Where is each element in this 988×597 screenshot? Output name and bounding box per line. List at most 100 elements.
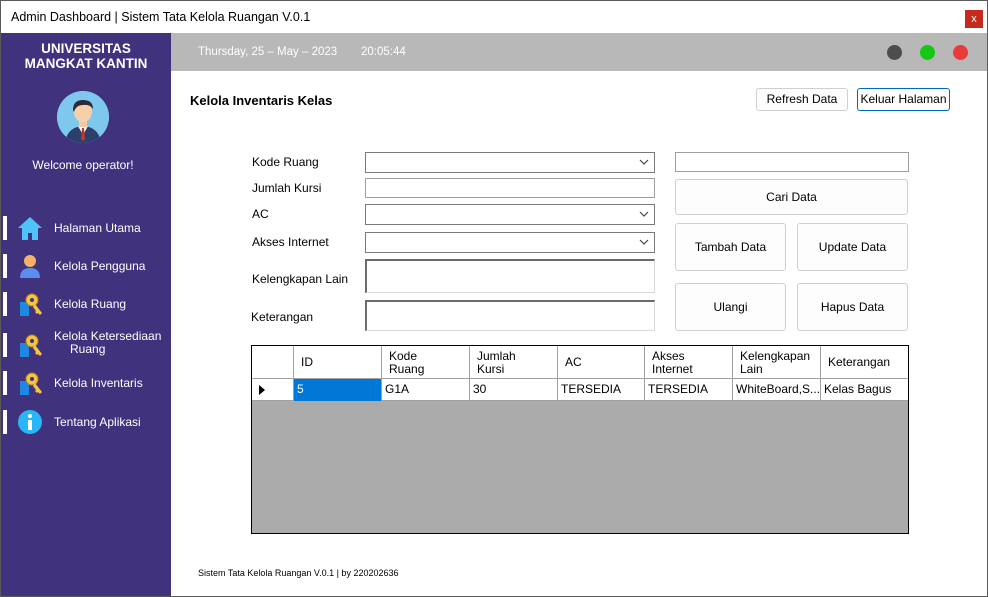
jumlah-kursi-label: Jumlah Kursi (252, 181, 322, 195)
column-header-jumlah-kursi[interactable]: Jumlah Kursi (470, 346, 558, 379)
app-window: Admin Dashboard | Sistem Tata Kelola Rua… (0, 0, 988, 597)
cell-jumlah-kursi[interactable]: 30 (470, 379, 558, 401)
user-avatar-icon (57, 91, 109, 143)
kelengkapan-lain-input[interactable] (365, 259, 655, 293)
ulangi-button[interactable]: Ulangi (675, 283, 786, 331)
column-header-line-1: Kode (389, 348, 418, 363)
column-header-label: Kelengkapan Lain (740, 348, 811, 376)
sidebar-item-kelola-pengguna[interactable]: Kelola Pengguna (1, 251, 171, 281)
table-header: ID Kode Ruang Jumlah Kursi AC Akses Interne… (252, 346, 908, 379)
inventory-table[interactable]: ID Kode Ruang Jumlah Kursi AC Akses Interne… (251, 345, 909, 534)
hapus-data-button[interactable]: Hapus Data (797, 283, 908, 331)
nav-marker (3, 371, 7, 395)
key-icon (20, 293, 42, 316)
keterangan-input[interactable] (365, 300, 655, 331)
ac-select[interactable] (365, 204, 655, 225)
minimize-dot[interactable] (887, 45, 902, 60)
current-time: 20:05:44 (361, 46, 406, 58)
column-header-line-1: Jumlah (477, 348, 516, 363)
nav-marker (3, 410, 7, 434)
column-header-label: ID (301, 355, 313, 369)
table-row[interactable]: 5 G1A 30 TERSEDIA TERSEDIA WhiteBoard,S.… (252, 379, 908, 401)
update-data-button[interactable]: Update Data (797, 223, 908, 271)
cell-id[interactable]: 5 (294, 379, 382, 401)
nav-marker (3, 292, 7, 316)
nav-marker (3, 216, 7, 240)
jumlah-kursi-input[interactable] (365, 178, 655, 198)
column-header-line-1: Kelengkapan (740, 348, 811, 363)
chevron-down-icon (639, 159, 649, 165)
top-status-bar: Thursday, 25 – May – 2023 20:05:44 (171, 33, 987, 71)
maximize-dot[interactable] (920, 45, 935, 60)
column-header-label: Akses Internet (652, 348, 693, 376)
sidebar-item-label: Kelola Ruang (54, 297, 127, 311)
sidebar-item-label: Kelola Pengguna (54, 259, 146, 273)
ac-label: AC (252, 207, 269, 221)
nav-marker (3, 254, 7, 278)
current-date: Thursday, 25 – May – 2023 (198, 46, 338, 58)
key-icon (20, 334, 42, 357)
column-header-label: AC (565, 355, 582, 369)
chevron-down-icon (639, 211, 649, 217)
akses-internet-select[interactable] (365, 232, 655, 253)
window-close-button[interactable]: x (965, 10, 983, 28)
home-icon (18, 217, 42, 240)
title-bar[interactable]: Admin Dashboard | Sistem Tata Kelola Rua… (1, 1, 987, 33)
sidebar-item-kelola-ruang[interactable]: Kelola Ruang (1, 289, 171, 319)
akses-internet-label: Akses Internet (252, 235, 329, 249)
column-header-kode-ruang[interactable]: Kode Ruang (382, 346, 470, 379)
column-header-line-2: Lain (740, 361, 763, 376)
kode-ruang-select[interactable] (365, 152, 655, 173)
cell-kode-ruang[interactable]: G1A (382, 379, 470, 401)
column-header-akses-internet[interactable]: Akses Internet (645, 346, 733, 379)
avatar (57, 91, 109, 143)
info-icon (18, 410, 42, 434)
column-header-label: Keterangan (828, 355, 891, 369)
sidebar-item-label: Tentang Aplikasi (54, 415, 141, 429)
refresh-data-button[interactable]: Refresh Data (756, 88, 848, 111)
brand-name: UNIVERSITAS MANGKAT KANTIN (1, 41, 171, 71)
keterangan-label: Keterangan (251, 310, 314, 324)
column-header-keterangan[interactable]: Keterangan (821, 346, 908, 379)
row-selector[interactable] (252, 379, 294, 401)
brand-line-2: MANGKAT KANTIN (24, 56, 148, 71)
cell-kelengkapan-lain[interactable]: WhiteBoard,S... (733, 379, 821, 401)
column-header-line-2: Kursi (477, 361, 505, 376)
page-title: Kelola Inventaris Kelas (190, 93, 333, 108)
key-icon (20, 372, 42, 395)
row-header-corner (252, 346, 294, 379)
sidebar-item-tentang-aplikasi[interactable]: Tentang Aplikasi (1, 407, 171, 437)
sidebar-item-label: Kelola Ketersediaan Ruang (54, 330, 161, 356)
exit-page-button[interactable]: Keluar Halaman (857, 88, 950, 111)
sidebar: UNIVERSITAS MANGKAT KANTIN Welcome opera… (1, 33, 171, 596)
user-icon (20, 255, 40, 278)
tambah-data-button[interactable]: Tambah Data (675, 223, 786, 271)
column-header-kelengkapan-lain[interactable]: Kelengkapan Lain (733, 346, 821, 379)
column-header-label: Jumlah Kursi (477, 348, 516, 376)
window-title: Admin Dashboard | Sistem Tata Kelola Rua… (11, 10, 311, 24)
column-header-ac[interactable]: AC (558, 346, 645, 379)
cell-ac[interactable]: TERSEDIA (558, 379, 645, 401)
close-dot[interactable] (953, 45, 968, 60)
sidebar-item-label: Kelola Inventaris (54, 376, 143, 390)
kelengkapan-lain-label: Kelengkapan Lain (252, 272, 349, 286)
sidebar-item-label-line-2: Ruang (70, 342, 106, 356)
footer-credit: Sistem Tata Kelola Ruangan V.0.1 | by 22… (198, 568, 399, 578)
column-header-line-1: Akses (652, 348, 685, 363)
cell-keterangan[interactable]: Kelas Bagus (821, 379, 908, 401)
sidebar-item-halaman-utama[interactable]: Halaman Utama (1, 213, 171, 243)
sidebar-item-label-line-1: Kelola Ketersediaan (54, 329, 162, 343)
column-header-line-2: Internet (652, 361, 693, 376)
column-header-label: Kode Ruang (389, 348, 424, 376)
cell-akses-internet[interactable]: TERSEDIA (645, 379, 733, 401)
row-pointer-icon (259, 385, 265, 395)
welcome-message: Welcome operator! (32, 158, 134, 172)
cari-data-button[interactable]: Cari Data (675, 179, 908, 215)
sidebar-item-kelola-inventaris[interactable]: Kelola Inventaris (1, 368, 171, 398)
brand-line-1: UNIVERSITAS (41, 41, 131, 56)
nav-marker (3, 333, 7, 357)
column-header-id[interactable]: ID (294, 346, 382, 379)
sidebar-item-kelola-ketersediaan-ruang[interactable]: Kelola Ketersediaan Ruang (1, 330, 171, 362)
chevron-down-icon (639, 239, 649, 245)
search-input[interactable] (675, 152, 909, 172)
